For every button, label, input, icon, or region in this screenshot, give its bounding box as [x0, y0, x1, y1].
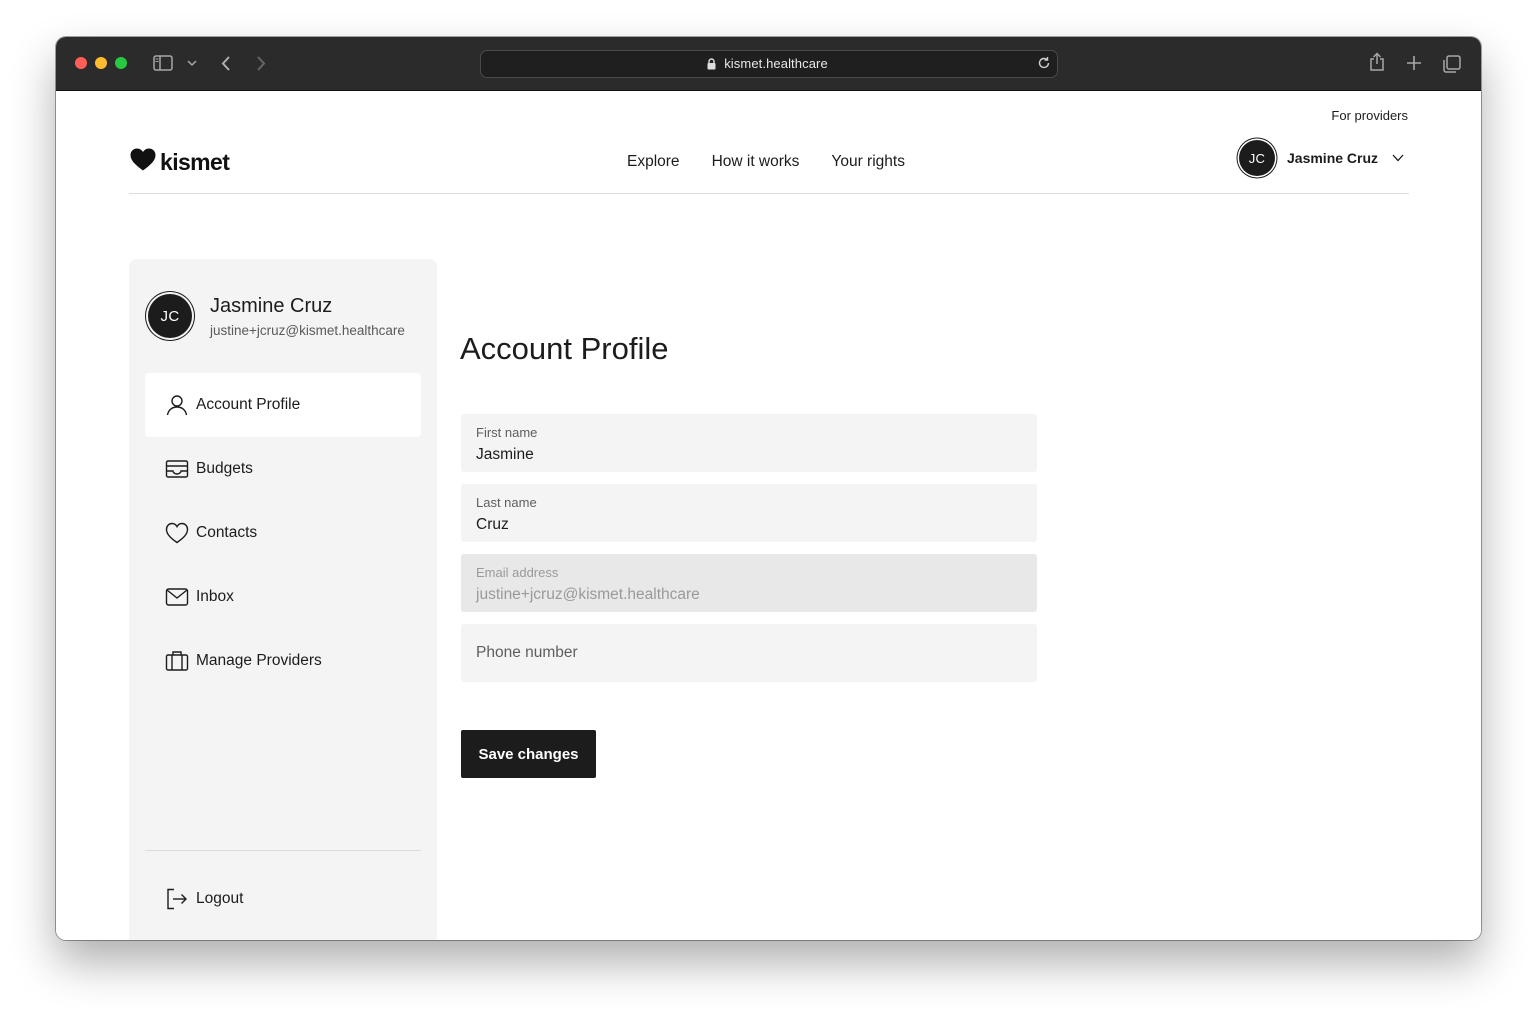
save-button[interactable]: Save changes	[461, 730, 596, 778]
nav-how-it-works[interactable]: How it works	[712, 153, 800, 171]
mail-icon	[165, 585, 189, 609]
reload-icon[interactable]	[1037, 56, 1051, 75]
heart-logo-icon	[130, 148, 156, 176]
first-name-field[interactable]: First name Jasmine	[461, 414, 1037, 472]
first-name-label: First name	[476, 425, 538, 440]
sidebar-item-label: Manage Providers	[196, 652, 322, 669]
sidebar-item-budgets[interactable]: Budgets	[145, 437, 421, 501]
nav-your-rights[interactable]: Your rights	[831, 153, 905, 171]
user-name: Jasmine Cruz	[1287, 150, 1379, 166]
for-providers-link[interactable]: For providers	[1331, 108, 1408, 123]
share-icon[interactable]	[1369, 52, 1385, 72]
chevron-down-icon	[1392, 149, 1404, 167]
logo-text: kismet	[160, 148, 230, 175]
page-title: Account Profile	[460, 331, 669, 366]
briefcase-icon	[165, 649, 189, 673]
kismet-logo[interactable]: kismet	[130, 148, 230, 176]
heart-icon	[165, 521, 189, 545]
browser-window: kismet.healthcare For providers kismet E…	[56, 37, 1481, 940]
last-name-value[interactable]: Cruz	[476, 516, 509, 534]
logout-button[interactable]: Logout	[145, 867, 421, 931]
wallet-icon	[165, 457, 189, 481]
avatar: JC	[1239, 140, 1275, 176]
sidebar-item-account-profile[interactable]: Account Profile	[145, 373, 421, 437]
email-field: Email address justine+jcruz@kismet.healt…	[461, 554, 1037, 612]
close-window-button[interactable]	[75, 57, 87, 69]
web-page: For providers kismet Explore How it work…	[56, 91, 1481, 940]
sidebar-item-label: Inbox	[196, 588, 234, 605]
logout-icon	[165, 887, 189, 911]
logout-label: Logout	[196, 890, 244, 907]
forward-arrow-icon[interactable]	[255, 55, 267, 72]
email-label: Email address	[476, 565, 559, 580]
phone-field[interactable]: Phone number	[461, 624, 1037, 682]
email-value: justine+jcruz@kismet.healthcare	[476, 586, 700, 603]
sidebar-item-contacts[interactable]: Contacts	[145, 501, 421, 565]
last-name-label: Last name	[476, 495, 537, 510]
account-sidebar: JC Jasmine Cruz justine+jcruz@kismet.hea…	[129, 259, 437, 940]
sidebar-item-label: Account Profile	[196, 396, 301, 413]
back-arrow-icon[interactable]	[220, 55, 232, 72]
url-text: kismet.healthcare	[724, 56, 828, 71]
sidebar-user-email: justine+jcruz@kismet.healthcare	[210, 323, 405, 338]
minimize-window-button[interactable]	[95, 57, 107, 69]
sidebar-item-label: Budgets	[196, 460, 253, 477]
avatar: JC	[148, 294, 192, 338]
zoom-window-button[interactable]	[115, 57, 127, 69]
sidebar-item-label: Contacts	[196, 524, 258, 541]
sidebar-toggle-icon[interactable]	[153, 55, 175, 71]
user-menu[interactable]: JC Jasmine Cruz	[1239, 140, 1404, 176]
sidebar-divider	[145, 850, 421, 851]
chevron-down-icon[interactable]	[187, 60, 197, 67]
address-bar[interactable]: kismet.healthcare	[480, 50, 1058, 78]
sidebar-item-inbox[interactable]: Inbox	[145, 565, 421, 629]
sidebar-user-name: Jasmine Cruz	[210, 295, 333, 317]
top-nav: Explore How it works Your rights	[627, 153, 905, 171]
first-name-value[interactable]: Jasmine	[476, 446, 534, 464]
new-tab-icon[interactable]	[1407, 56, 1421, 70]
browser-toolbar: kismet.healthcare	[56, 37, 1481, 91]
last-name-field[interactable]: Last name Cruz	[461, 484, 1037, 542]
tab-overview-icon[interactable]	[1443, 55, 1461, 73]
header-divider	[129, 193, 1409, 194]
nav-explore[interactable]: Explore	[627, 153, 680, 171]
sidebar-item-manage-providers[interactable]: Manage Providers	[145, 629, 421, 693]
user-icon	[165, 393, 189, 417]
phone-placeholder: Phone number	[476, 644, 578, 661]
